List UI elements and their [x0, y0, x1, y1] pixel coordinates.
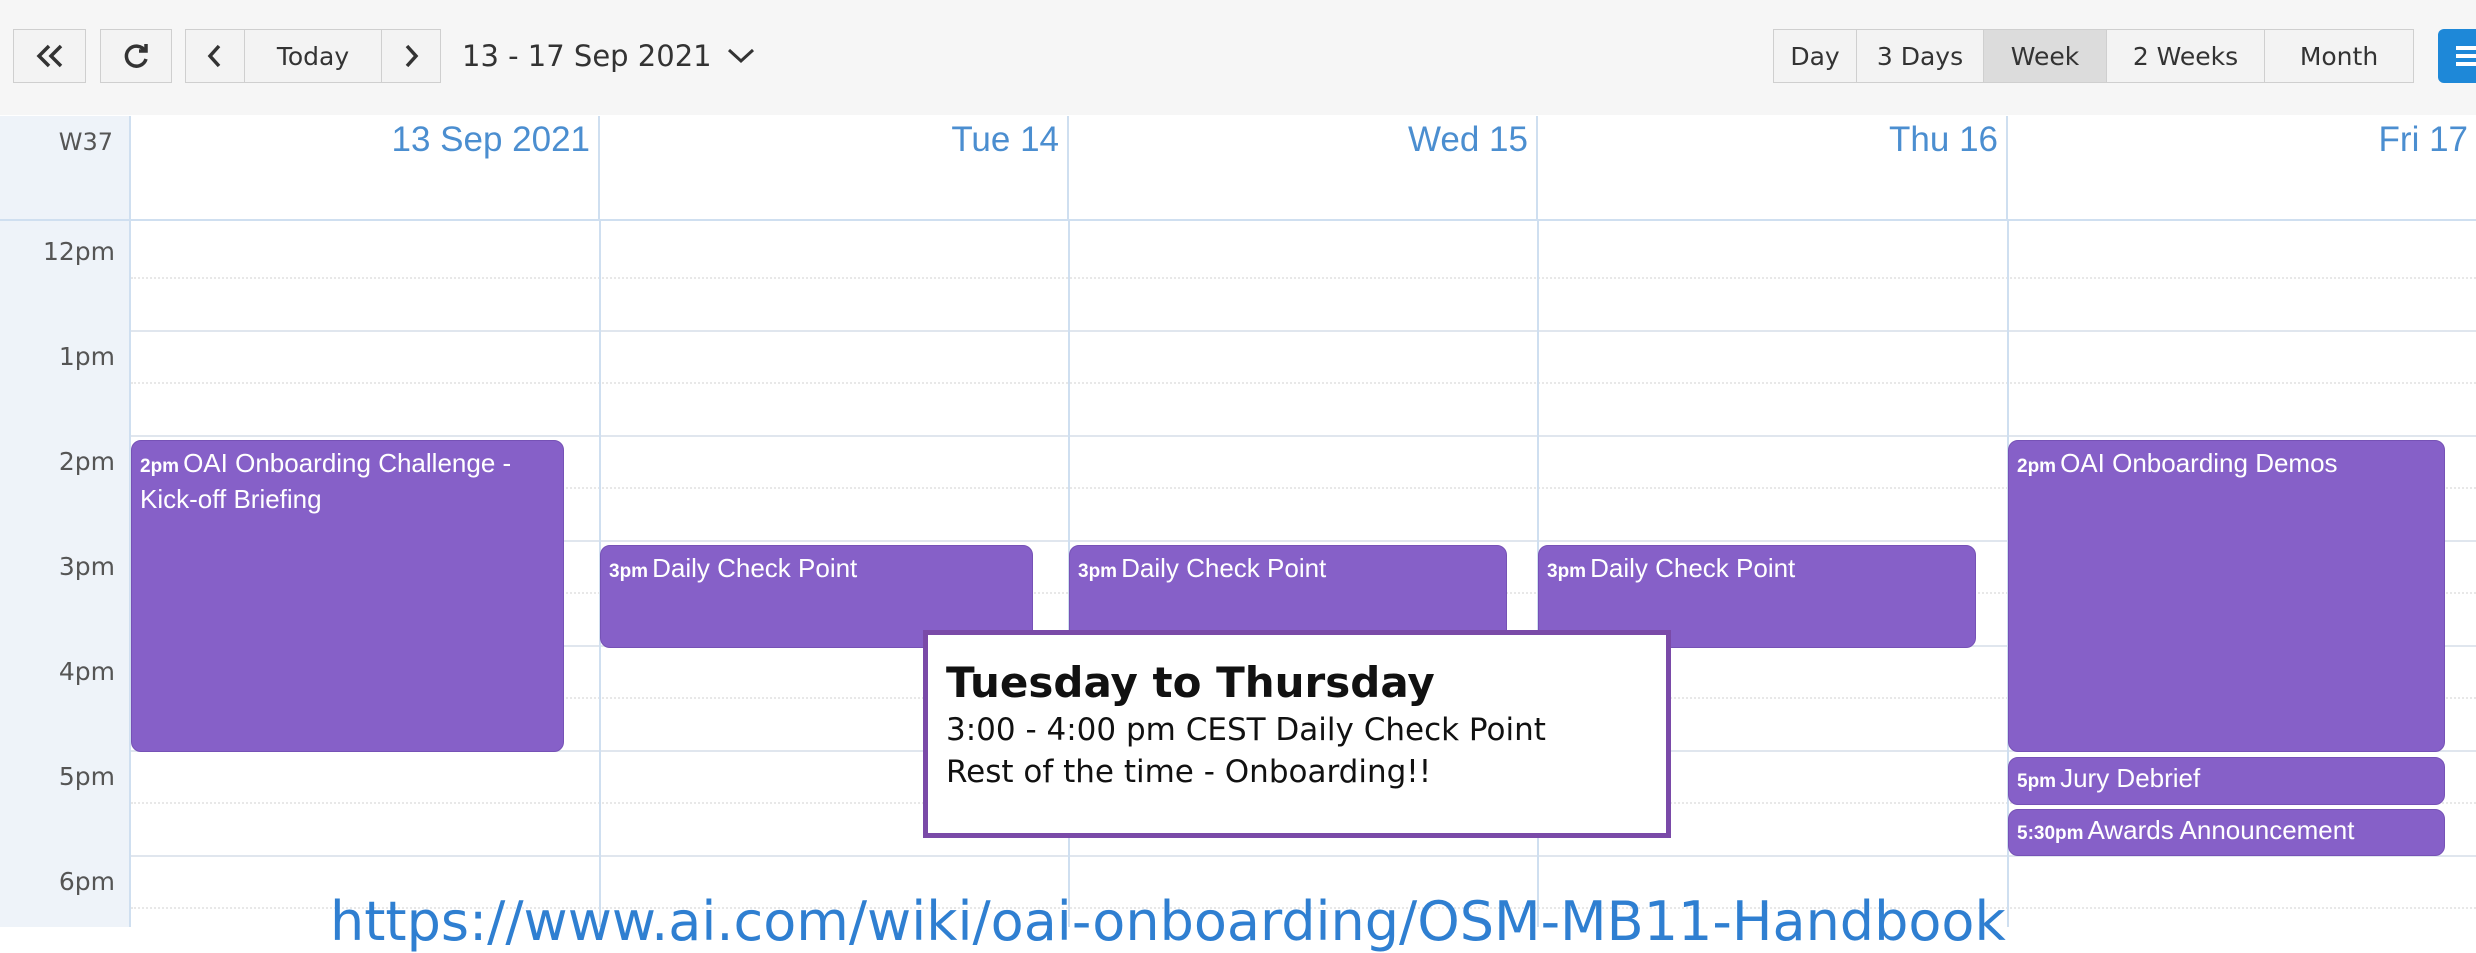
- hour-label: 4pm: [58, 657, 115, 686]
- view-day-button[interactable]: Day: [1773, 29, 1857, 83]
- next-button[interactable]: [381, 29, 441, 83]
- chevron-left-icon: [207, 44, 221, 68]
- refresh-icon: [124, 44, 148, 68]
- event-time: 5:30pm: [2017, 823, 2084, 844]
- today-button[interactable]: Today: [244, 29, 382, 83]
- date-range-label: 13 - 17 Sep 2021: [462, 39, 712, 73]
- handbook-link[interactable]: https://www.ai.com/wiki/oai-onboarding/O…: [330, 890, 2006, 953]
- hour-line: [131, 330, 2476, 332]
- refresh-button[interactable]: [100, 29, 172, 83]
- event-jury-debrief[interactable]: 5pm Jury Debrief: [2008, 757, 2445, 805]
- collapse-sidebar-button[interactable]: [13, 29, 86, 83]
- day-header-label: Thu 16: [1889, 120, 1998, 159]
- day-header-label: 13 Sep 2021: [391, 120, 590, 159]
- day-header-thu[interactable]: Thu 16: [1538, 116, 2008, 221]
- week-number-cell: W37: [0, 116, 131, 221]
- annotation-box: Tuesday to Thursday 3:00 - 4:00 pm CEST …: [923, 630, 1671, 838]
- annotation-heading: Tuesday to Thursday: [946, 658, 1435, 707]
- event-title: Jury Debrief: [2060, 763, 2201, 793]
- annotation-line: 3:00 - 4:00 pm CEST Daily Check Point: [946, 712, 1546, 748]
- event-onboarding-demos[interactable]: 2pm OAI Onboarding Demos: [2008, 440, 2445, 752]
- day-header-label: Tue 14: [951, 120, 1059, 159]
- event-time: 3pm: [609, 561, 649, 582]
- view-week-button[interactable]: Week: [1983, 29, 2107, 83]
- event-title: Awards Announcement: [2087, 815, 2355, 845]
- hamburger-menu-icon: [2456, 46, 2476, 66]
- event-title: Daily Check Point: [1590, 553, 1796, 583]
- event-time: 2pm: [140, 456, 180, 477]
- event-time: 5pm: [2017, 771, 2057, 792]
- event-time: 3pm: [1547, 561, 1587, 582]
- day-header-label: Wed 15: [1408, 120, 1528, 159]
- day-header-mon[interactable]: 13 Sep 2021: [131, 116, 600, 221]
- hour-label: 6pm: [58, 867, 115, 896]
- week-number: W37: [58, 128, 113, 156]
- event-title: OAI Onboarding Challenge - Kick-off Brie…: [140, 448, 512, 514]
- hour-label: 1pm: [58, 342, 115, 371]
- day-header-wed[interactable]: Wed 15: [1069, 116, 1538, 221]
- chevron-down-icon: [727, 48, 754, 64]
- menu-button[interactable]: [2438, 29, 2476, 83]
- hour-label: 2pm: [58, 447, 115, 476]
- day-header-tue[interactable]: Tue 14: [600, 116, 1069, 221]
- day-header-label: Fri 17: [2378, 120, 2468, 159]
- hour-label: 5pm: [58, 762, 115, 791]
- previous-button[interactable]: [185, 29, 245, 83]
- event-time: 3pm: [1078, 561, 1118, 582]
- event-time: 2pm: [2017, 456, 2057, 477]
- chevron-right-icon: [405, 44, 419, 68]
- annotation-line: Rest of the time - Onboarding!!: [946, 754, 1432, 790]
- event-title: Daily Check Point: [652, 553, 858, 583]
- view-2-weeks-button[interactable]: 2 Weeks: [2106, 29, 2265, 83]
- day-header-fri[interactable]: Fri 17: [2008, 116, 2476, 221]
- event-kickoff-briefing[interactable]: 2pm OAI Onboarding Challenge - Kick-off B…: [131, 440, 564, 752]
- view-3-days-button[interactable]: 3 Days: [1856, 29, 1984, 83]
- view-month-button[interactable]: Month: [2264, 29, 2414, 83]
- event-awards-announcement[interactable]: 5:30pm Awards Announcement: [2008, 809, 2445, 856]
- half-hour-line: [131, 277, 2476, 279]
- time-gutter: 12pm 1pm 2pm 3pm 4pm 5pm 6pm: [0, 221, 131, 927]
- calendar-toolbar: Today 13 - 17 Sep 2021 Day 3 Days Week 2…: [0, 0, 2476, 115]
- double-chevron-left-icon: [36, 44, 62, 68]
- hour-label: 3pm: [58, 552, 115, 581]
- date-range-dropdown[interactable]: 13 - 17 Sep 2021: [462, 29, 756, 83]
- hour-line: [131, 435, 2476, 437]
- event-title: OAI Onboarding Demos: [2060, 448, 2338, 478]
- hour-label: 12pm: [42, 237, 115, 266]
- half-hour-line: [131, 382, 2476, 384]
- event-title: Daily Check Point: [1121, 553, 1327, 583]
